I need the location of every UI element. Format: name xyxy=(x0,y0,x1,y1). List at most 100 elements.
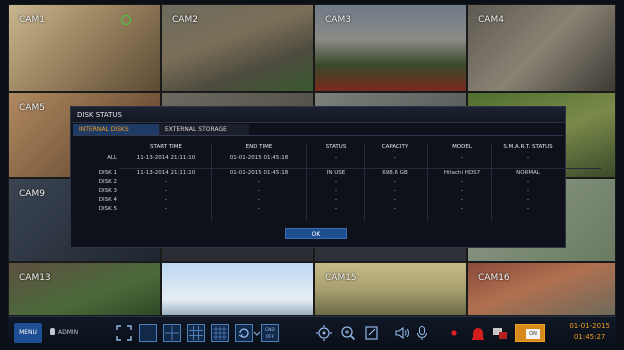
tab-bar: INTERNAL DISKS EXTERNAL STORAGE xyxy=(73,124,249,135)
status-cell: - xyxy=(335,206,337,212)
zoom-icon[interactable] xyxy=(339,324,357,342)
time-text: 01:45:27 xyxy=(573,333,606,341)
model-cell: - xyxy=(461,179,463,185)
model-cell: - xyxy=(461,155,463,161)
capacity-cell: - xyxy=(394,206,396,212)
start-time-cell: 11-13-2014 21:11:10 xyxy=(136,155,196,161)
camera-tile-3[interactable]: CAM3 xyxy=(314,4,467,92)
end-time-cell: - xyxy=(258,206,260,212)
start-time-cell: - xyxy=(165,179,167,185)
model-cell: - xyxy=(461,206,463,212)
column-divider xyxy=(364,143,365,221)
end-off-button[interactable]: END OFF xyxy=(261,324,279,342)
camera-label: CAM9 xyxy=(19,189,45,199)
dialog-title: DISK STATUS xyxy=(71,107,565,123)
camera-label: CAM5 xyxy=(19,103,45,113)
status-cell: - xyxy=(335,155,337,161)
camera-tile-4[interactable]: CAM4 xyxy=(467,4,616,92)
record-icon[interactable] xyxy=(445,324,463,342)
tab-divider xyxy=(73,135,563,136)
tab-external-storage[interactable]: EXTERNAL STORAGE xyxy=(159,124,249,135)
column-header: END TIME xyxy=(245,144,273,150)
column-divider xyxy=(306,143,307,221)
alarm-icon[interactable] xyxy=(469,324,487,342)
fullscreen-icon[interactable] xyxy=(115,324,133,342)
camera-tile-1[interactable]: CAM1 xyxy=(8,4,161,92)
camera-label: CAM13 xyxy=(19,273,51,283)
start-time-cell: 11-13-2014 21:11:10 xyxy=(136,170,196,176)
model-cell: - xyxy=(461,188,463,194)
row-label: DISK 1 xyxy=(98,170,117,176)
end-time-cell: - xyxy=(258,197,260,203)
camera-label: CAM16 xyxy=(478,273,510,283)
column-header: START TIME xyxy=(150,144,182,150)
column-header: S.M.A.R.T. STATUS xyxy=(503,144,553,150)
single-split-icon[interactable] xyxy=(139,324,157,342)
smart-status-cell: NORMAL xyxy=(516,170,540,176)
microphone-icon[interactable] xyxy=(413,324,431,342)
off-label: OFF xyxy=(265,335,275,340)
edit-icon[interactable] xyxy=(363,324,381,342)
nine-split-icon[interactable] xyxy=(187,324,205,342)
smart-status-cell: - xyxy=(527,179,529,185)
camera-tile-15[interactable]: CAM15 xyxy=(314,262,467,316)
network-status-icon[interactable] xyxy=(491,324,509,342)
capacity-cell: - xyxy=(394,179,396,185)
tab-internal-disks[interactable]: INTERNAL DISKS xyxy=(73,124,159,135)
camera-label: CAM15 xyxy=(325,273,357,283)
menu-button[interactable]: MENU xyxy=(14,323,42,343)
camera-label: CAM3 xyxy=(325,15,351,25)
record-status-icon xyxy=(121,15,131,25)
smart-status-cell: - xyxy=(527,155,529,161)
sixteen-split-icon[interactable] xyxy=(211,324,229,342)
camera-label: CAM2 xyxy=(172,15,198,25)
start-time-cell: - xyxy=(165,206,167,212)
user-name: ADMIN xyxy=(58,329,79,336)
ok-button[interactable]: OK xyxy=(285,228,347,239)
end-time-cell: 01-01-2015 01:45:18 xyxy=(229,155,289,161)
start-time-cell: - xyxy=(165,197,167,203)
end-time-cell: - xyxy=(258,188,260,194)
model-cell: Hitachi HDS7 xyxy=(443,170,481,176)
capacity-cell: - xyxy=(394,188,396,194)
start-time-cell: - xyxy=(165,188,167,194)
row-label: DISK 5 xyxy=(98,206,117,212)
column-divider xyxy=(211,143,212,221)
taskbar: MENU ADMIN END OFF ON 01-01-2015 01:45:2… xyxy=(8,316,616,348)
speaker-icon[interactable] xyxy=(393,324,411,342)
sequence-icon[interactable] xyxy=(235,324,253,342)
end-time-cell: - xyxy=(258,179,260,185)
on-label: ON xyxy=(526,329,540,339)
row-label: DISK 2 xyxy=(98,179,117,185)
disk-table: START TIME END TIME STATUS CAPACITY MODE… xyxy=(81,143,601,221)
user-indicator: ADMIN xyxy=(50,328,78,336)
status-cell: - xyxy=(335,197,337,203)
camera-label: CAM4 xyxy=(478,15,504,25)
end-time-cell: 01-01-2015 01:45:18 xyxy=(229,170,289,176)
quad-split-icon[interactable] xyxy=(163,324,181,342)
column-header: CAPACITY xyxy=(381,144,409,150)
date-text: 01-01-2015 xyxy=(569,322,610,330)
column-divider xyxy=(491,143,492,221)
row-label: DISK 4 xyxy=(98,197,117,203)
smart-status-cell: - xyxy=(527,197,529,203)
status-cell: - xyxy=(335,188,337,194)
camera-tile-2[interactable]: CAM2 xyxy=(161,4,314,92)
column-divider xyxy=(427,143,428,221)
camera-tile-14[interactable] xyxy=(161,262,314,316)
capacity-cell: - xyxy=(394,155,396,161)
column-header: STATUS xyxy=(325,144,347,150)
end-label: END xyxy=(265,328,275,333)
row-label: ALL xyxy=(107,155,117,161)
dropdown-arrow-icon[interactable] xyxy=(253,324,261,342)
camera-tile-16[interactable]: CAM16 xyxy=(467,262,616,316)
model-cell: - xyxy=(461,197,463,203)
column-header: MODEL xyxy=(452,144,472,150)
on-button[interactable]: ON xyxy=(515,324,545,342)
camera-label: CAM1 xyxy=(19,15,45,25)
ptz-icon[interactable] xyxy=(315,324,333,342)
status-cell: - xyxy=(335,179,337,185)
smart-status-cell: - xyxy=(527,206,529,212)
camera-tile-13[interactable]: CAM13 xyxy=(8,262,161,316)
row-label: DISK 3 xyxy=(98,188,117,194)
